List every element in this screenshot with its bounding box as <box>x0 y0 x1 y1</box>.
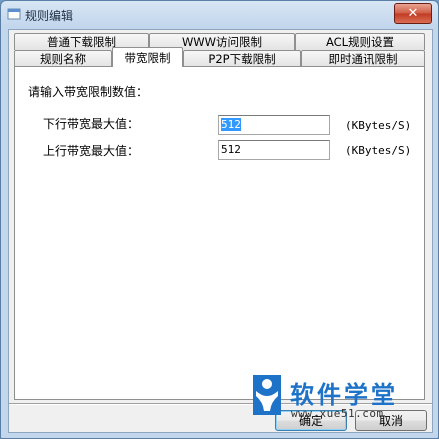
tab-label: 普通下载限制 <box>47 35 116 49</box>
download-max-label: 下行带宽最大值： <box>43 117 140 131</box>
bandwidth-limit-panel: 请输入带宽限制数值： 下行带宽最大值： 512 (KBytes/S) 上行带宽最… <box>14 66 425 420</box>
watermark-url: www.xue51.com <box>291 407 384 420</box>
window-title: 规则编辑 <box>25 9 74 23</box>
tab-label: ACL规则设置 <box>325 35 395 49</box>
tab-acl-rule-settings[interactable]: ACL规则设置 <box>295 33 425 50</box>
close-button[interactable]: ✕ <box>394 3 432 24</box>
download-max-value: 512 <box>221 118 241 131</box>
title-bar[interactable]: 规则编辑 ✕ <box>1 1 438 28</box>
tab-instant-messaging-limit[interactable]: 即时通讯限制 <box>301 50 425 67</box>
bandwidth-prompt: 请输入带宽限制数值： <box>28 85 149 99</box>
tab-p2p-download-limit[interactable]: P2P下载限制 <box>183 50 301 67</box>
dialog-client-area: 普通下载限制 WWW访问限制 ACL规则设置 规则名称 带宽限制 P2P下载限制… <box>8 29 433 433</box>
tab-label: 带宽限制 <box>124 50 171 65</box>
upload-max-value: 512 <box>221 143 241 156</box>
tab-label: P2P下载限制 <box>208 52 276 66</box>
download-unit: (KBytes/S) <box>345 119 412 132</box>
upload-max-label: 上行带宽最大值： <box>43 144 140 158</box>
download-max-input[interactable]: 512 <box>218 115 330 135</box>
watermark: 软件学堂 www.xue51.com <box>251 371 421 427</box>
tab-label: 即时通讯限制 <box>328 52 398 66</box>
upload-max-input[interactable]: 512 <box>218 140 330 160</box>
close-icon: ✕ <box>407 6 419 21</box>
tab-bandwidth-limit[interactable]: 带宽限制 <box>112 47 183 67</box>
watermark-title: 软件学堂 <box>290 381 398 409</box>
tab-rule-name[interactable]: 规则名称 <box>14 50 112 67</box>
upload-unit: (KBytes/S) <box>345 144 412 157</box>
rule-edit-dialog: 规则编辑 ✕ 普通下载限制 WWW访问限制 ACL规则设置 规则名称 带宽限制 … <box>0 0 439 439</box>
tab-label: WWW访问限制 <box>181 35 263 49</box>
tab-label: 规则名称 <box>40 52 86 66</box>
logo-icon <box>253 375 281 415</box>
app-icon <box>7 8 21 20</box>
